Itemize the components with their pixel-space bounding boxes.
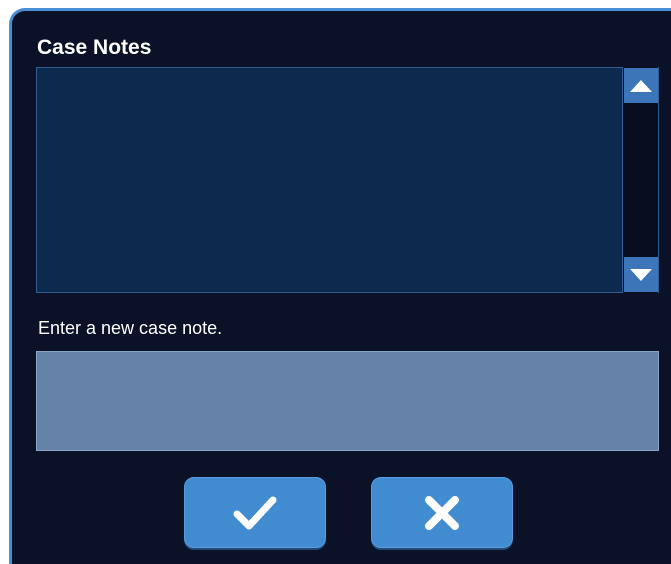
case-notes-list[interactable] (36, 67, 659, 293)
arrow-down-icon (630, 268, 652, 281)
arrow-up-icon (630, 79, 652, 92)
confirm-button[interactable] (184, 477, 326, 548)
new-note-prompt: Enter a new case note. (38, 318, 223, 338)
case-notes-dialog: Case Notes Enter a new case note. (9, 8, 671, 564)
dialog-title: Case Notes (37, 36, 152, 59)
cancel-button[interactable] (371, 477, 513, 548)
scroll-up-button[interactable] (624, 68, 658, 103)
scroll-down-button[interactable] (624, 257, 658, 292)
checkmark-icon (233, 496, 277, 529)
new-note-input[interactable] (36, 351, 659, 451)
x-icon (425, 495, 459, 530)
notes-scrollbar[interactable] (622, 67, 659, 293)
